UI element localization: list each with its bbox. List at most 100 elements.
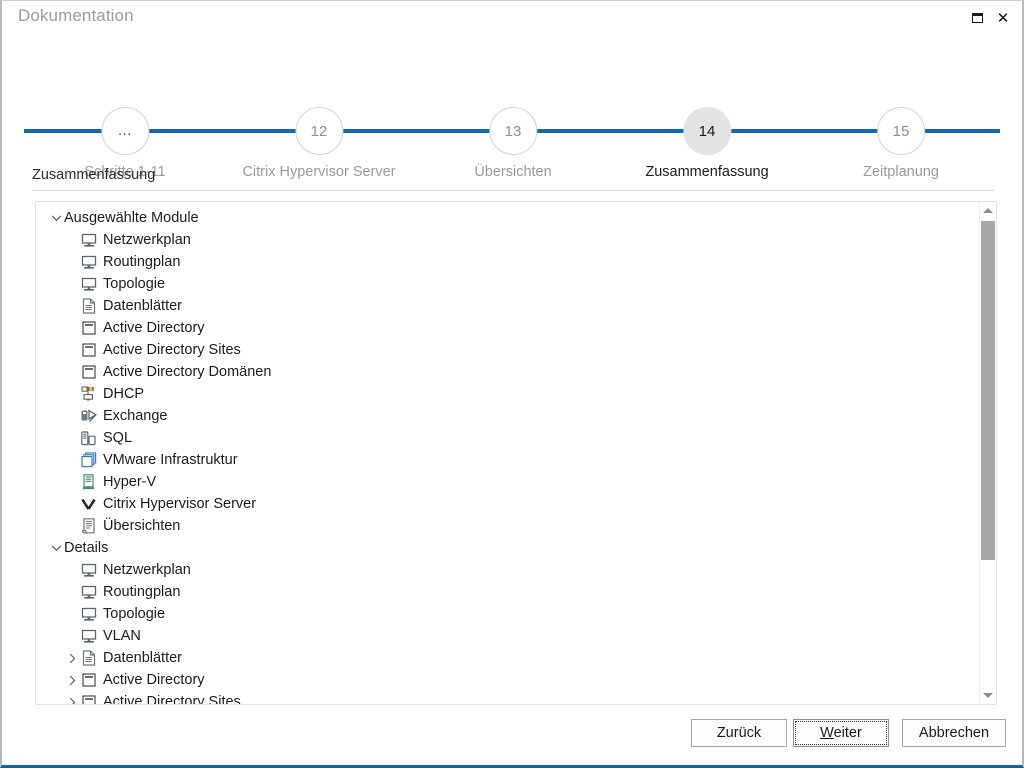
tree-item[interactable]: Active Directory Sites <box>36 691 979 704</box>
tree-item-label: Routingplan <box>103 253 181 270</box>
window-icon <box>80 672 97 688</box>
tree-item[interactable]: Netzwerkplan <box>36 229 979 251</box>
window-icon <box>80 364 97 380</box>
stepper-step-14-circle: 14 <box>683 107 731 155</box>
scroll-down-button[interactable] <box>980 687 996 704</box>
tree-item-label: Übersichten <box>103 517 181 534</box>
tree-item[interactable]: Routingplan <box>36 581 979 603</box>
scrollbar-thumb[interactable] <box>981 221 995 560</box>
tree-item[interactable]: Active Directory <box>36 669 979 691</box>
stepper-step-14-label: Zusammenfassung <box>645 164 769 180</box>
dialog-window: Dokumentation ✕ ... Schritte 1-11 12 Cit… <box>0 0 1024 768</box>
stepper-step-13-circle: 13 <box>489 107 537 155</box>
hyperv-icon <box>80 474 97 490</box>
section-caption: Zusammenfassung <box>32 167 156 183</box>
monitor-icon <box>80 232 97 248</box>
tree-item[interactable]: Active Directory Domänen <box>36 361 979 383</box>
stepper-step-12[interactable]: 12 Citrix Hypervisor Server <box>242 107 396 180</box>
stepper-step-15-number: 15 <box>892 122 910 140</box>
tree-item-label: Exchange <box>103 407 168 424</box>
sql-icon <box>80 430 97 446</box>
tree-item-label: Topologie <box>103 605 166 622</box>
tree-item[interactable]: Routingplan <box>36 251 979 273</box>
window-title: Dokumentation <box>18 6 134 25</box>
stepper-step-13-number: 13 <box>504 122 522 140</box>
next-button-mnemonic: W <box>820 725 834 741</box>
tree-item[interactable]: VMware Infrastruktur <box>36 449 979 471</box>
stepper-step-15-label: Zeitplanung <box>863 164 939 180</box>
document-icon <box>80 650 97 666</box>
window-icon <box>80 342 97 358</box>
chevron-right-icon[interactable] <box>64 675 80 686</box>
tree-view[interactable]: Ausgewählte Module Netzwerkplan Routingpla… <box>36 202 979 704</box>
tree-item[interactable]: Datenblätter <box>36 647 979 669</box>
tree-item-label: Topologie <box>103 275 166 292</box>
tree-item[interactable]: Details <box>36 537 979 559</box>
stepper-step-14-number: 14 <box>698 122 716 140</box>
next-button-label: eiter <box>833 725 862 741</box>
chevron-down-icon[interactable] <box>48 213 64 224</box>
overview-icon <box>80 518 97 534</box>
tree-item-label: Hyper-V <box>103 473 157 490</box>
stepper-step-12-label: Citrix Hypervisor Server <box>242 164 396 180</box>
back-button[interactable]: Zurück <box>691 719 787 747</box>
maximize-button[interactable] <box>966 7 988 29</box>
tree-item[interactable]: DHCP <box>36 383 979 405</box>
tree-item-label: SQL <box>103 429 133 446</box>
tree-item[interactable]: Hyper-V <box>36 471 979 493</box>
tree-item-label: Ausgewählte Module <box>64 209 199 226</box>
scroll-up-icon <box>983 208 993 213</box>
tree-item[interactable]: VLAN <box>36 625 979 647</box>
tree-item[interactable]: Netzwerkplan <box>36 559 979 581</box>
close-button[interactable]: ✕ <box>992 7 1014 29</box>
chevron-right-icon[interactable] <box>64 653 80 664</box>
tree-item-label: Active Directory <box>103 319 205 336</box>
tree-item-label: Datenblätter <box>103 649 182 666</box>
scroll-down-icon <box>983 693 993 698</box>
tree-item-label: VMware Infrastruktur <box>103 451 238 468</box>
stepper-step-14[interactable]: 14 Zusammenfassung <box>645 107 769 180</box>
tree-item[interactable]: SQL <box>36 427 979 449</box>
stepper-step-1-circle: ... <box>100 107 149 155</box>
tree-item-label: Active Directory Domänen <box>103 363 272 380</box>
stepper-step-13-label: Übersichten <box>474 164 552 180</box>
stepper-step-15[interactable]: 15 Zeitplanung <box>863 107 939 180</box>
monitor-icon <box>80 276 97 292</box>
stepper-step-15-circle: 15 <box>877 107 925 155</box>
stepper-step-12-number: 12 <box>310 122 328 140</box>
monitor-icon <box>80 562 97 578</box>
cancel-button-label: Abbrechen <box>918 725 990 741</box>
stepper-step-13[interactable]: 13 Übersichten <box>474 107 552 180</box>
tree-item[interactable]: Active Directory Sites <box>36 339 979 361</box>
tree-item[interactable]: Citrix Hypervisor Server <box>36 493 979 515</box>
tree-item-label: Routingplan <box>103 583 181 600</box>
chevron-right-icon[interactable] <box>64 697 80 704</box>
monitor-icon <box>80 606 97 622</box>
tree-item-label: VLAN <box>103 627 141 644</box>
tree-item[interactable]: Datenblätter <box>36 295 979 317</box>
tree-item[interactable]: Topologie <box>36 603 979 625</box>
vmware-icon <box>80 452 97 468</box>
tree-item[interactable]: Ausgewählte Module <box>36 207 979 229</box>
tree-item[interactable]: Exchange <box>36 405 979 427</box>
summary-tree-panel: Ausgewählte Module Netzwerkplan Routingpla… <box>35 201 997 705</box>
citrix-icon <box>80 496 97 512</box>
chevron-down-icon[interactable] <box>48 543 64 554</box>
tree-item-label: DHCP <box>103 385 145 402</box>
tree-item-label: Datenblätter <box>103 297 182 314</box>
monitor-icon <box>80 254 97 270</box>
tree-item-label: Details <box>64 539 109 556</box>
title-bar: Dokumentation ✕ <box>2 1 1022 35</box>
tree-item-label: Active Directory Sites <box>103 341 241 358</box>
tree-item[interactable]: Active Directory <box>36 317 979 339</box>
tree-item-label: Netzwerkplan <box>103 561 191 578</box>
vertical-scrollbar[interactable] <box>979 202 996 704</box>
section-divider <box>32 190 994 191</box>
next-button[interactable]: Weiter <box>793 719 889 747</box>
tree-item[interactable]: Übersichten <box>36 515 979 537</box>
tree-item[interactable]: Topologie <box>36 273 979 295</box>
scroll-up-button[interactable] <box>980 202 996 219</box>
cancel-button[interactable]: Abbrechen <box>902 719 1006 747</box>
dialog-footer: Zurück Weiter Abbrechen <box>2 707 1022 765</box>
document-icon <box>80 298 97 314</box>
